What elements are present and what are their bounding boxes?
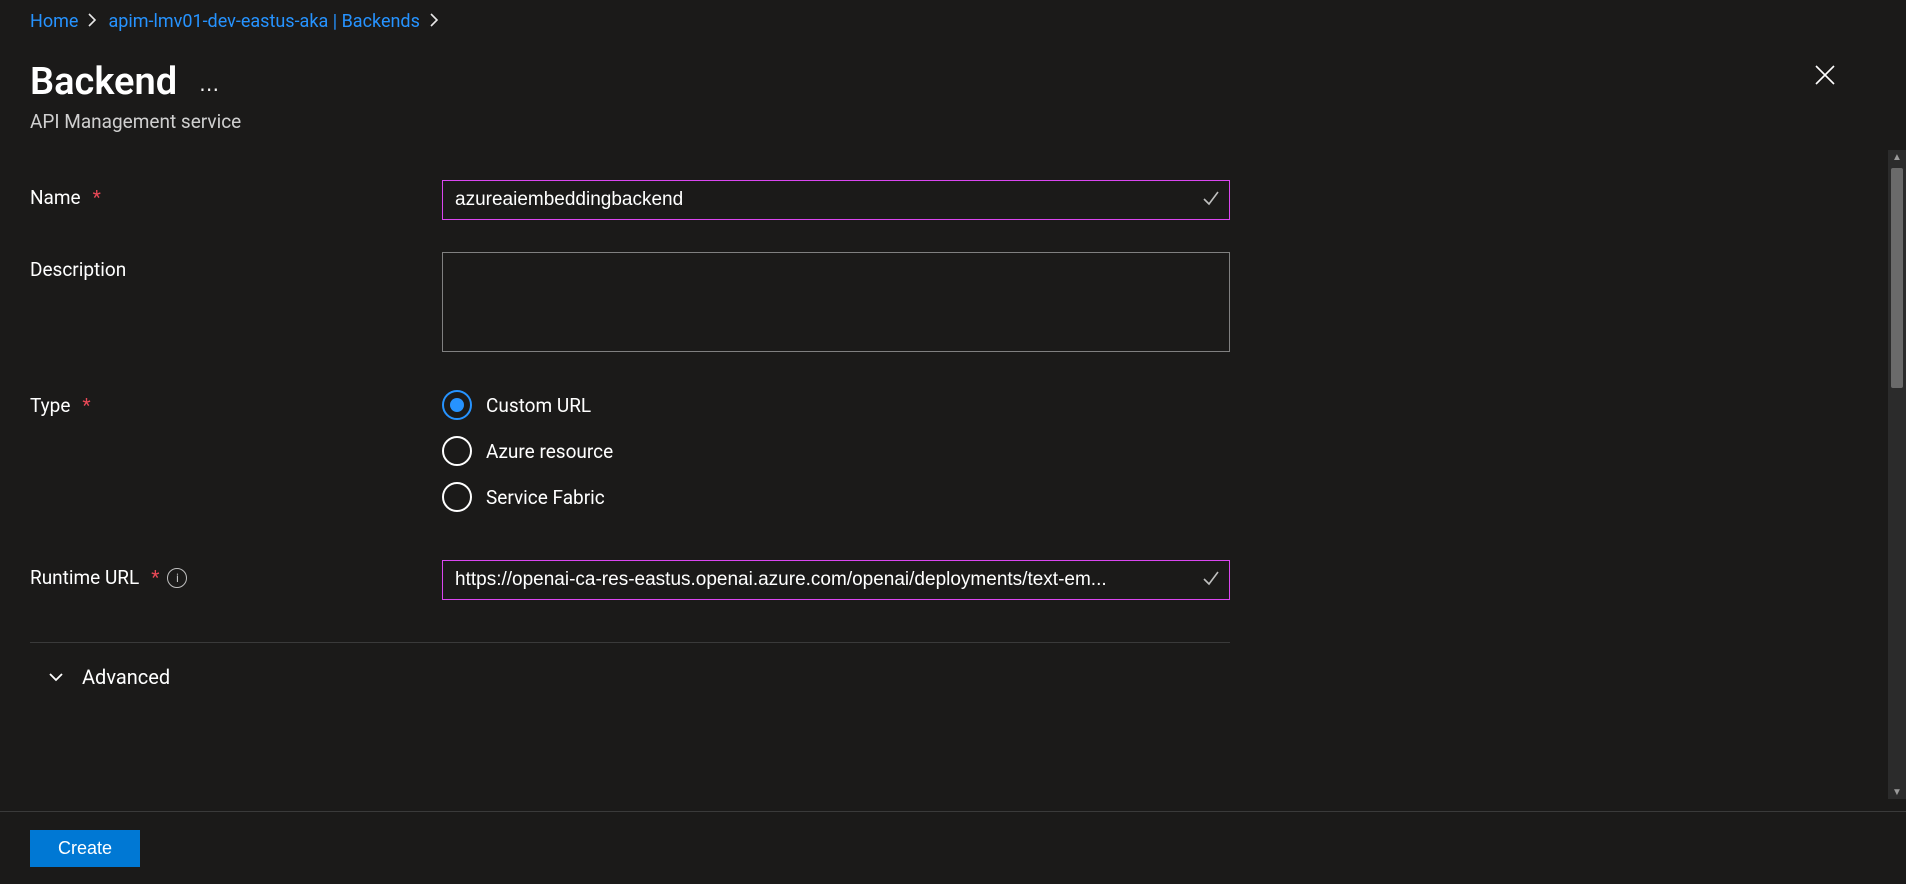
name-label: Name* (30, 180, 442, 209)
close-icon[interactable] (1814, 64, 1836, 90)
required-indicator: * (151, 566, 159, 589)
breadcrumb: Home apim-lmv01-dev-eastus-aka | Backend… (0, 0, 1906, 36)
name-input[interactable] (442, 180, 1230, 220)
breadcrumb-home[interactable]: Home (30, 8, 78, 36)
scroll-thumb[interactable] (1891, 168, 1903, 388)
page-title: Backend (30, 60, 177, 104)
description-input[interactable] (442, 252, 1230, 352)
chevron-right-icon (430, 8, 440, 36)
footer-bar: Create (0, 811, 1906, 884)
runtime-url-label: Runtime URL* i (30, 560, 442, 589)
radio-custom-url-label: Custom URL (486, 394, 591, 417)
required-indicator: * (82, 394, 90, 417)
description-label: Description (30, 252, 442, 281)
radio-service-fabric-label: Service Fabric (486, 486, 605, 509)
scrollbar[interactable]: ▲ ▼ (1888, 150, 1906, 799)
required-indicator: * (93, 186, 101, 209)
row-type: Type* Custom URL Azure resource Service … (30, 388, 1230, 512)
radio-azure-resource[interactable]: Azure resource (442, 436, 1230, 466)
advanced-label: Advanced (82, 665, 170, 689)
radio-service-fabric[interactable]: Service Fabric (442, 482, 1230, 512)
chevron-right-icon (88, 8, 98, 36)
radio-icon (442, 436, 472, 466)
form-content: Name* Description Type* (0, 150, 1888, 799)
scroll-up-icon[interactable]: ▲ (1892, 152, 1902, 162)
row-name: Name* (30, 180, 1230, 220)
breadcrumb-resource[interactable]: apim-lmv01-dev-eastus-aka | Backends (108, 8, 419, 36)
page-header: Backend ⋯ API Management service (0, 36, 1906, 133)
create-button[interactable]: Create (30, 830, 140, 867)
runtime-url-input[interactable] (442, 560, 1230, 600)
radio-azure-resource-label: Azure resource (486, 440, 613, 463)
radio-icon (442, 482, 472, 512)
type-label: Type* (30, 388, 442, 417)
row-description: Description (30, 252, 1230, 356)
radio-custom-url[interactable]: Custom URL (442, 390, 1230, 420)
advanced-expander[interactable]: Advanced (30, 643, 1248, 711)
page-subtitle: API Management service (30, 110, 241, 133)
radio-icon (442, 390, 472, 420)
more-actions-icon[interactable]: ⋯ (199, 63, 221, 101)
chevron-down-icon (48, 669, 64, 685)
type-radio-group: Custom URL Azure resource Service Fabric (442, 388, 1230, 512)
row-runtime-url: Runtime URL* i (30, 560, 1230, 600)
scroll-down-icon[interactable]: ▼ (1892, 787, 1902, 797)
info-icon[interactable]: i (167, 568, 187, 588)
